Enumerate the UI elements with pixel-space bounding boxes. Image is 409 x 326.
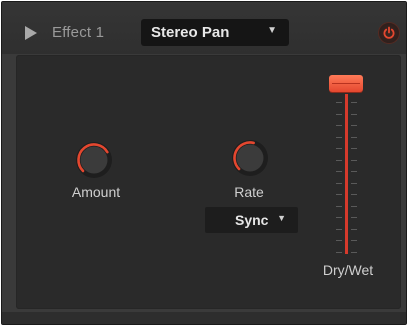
- fader-tick: [336, 182, 342, 184]
- fader-tick: [336, 136, 342, 138]
- effect-title: Effect 1: [52, 24, 105, 41]
- fader-tick: [336, 217, 342, 218]
- fader-tick: [336, 194, 342, 195]
- fader-tick: [336, 125, 342, 126]
- fader-tick: [351, 113, 357, 115]
- chevron-down-icon: ▼: [277, 213, 286, 223]
- fader-tick: [336, 148, 342, 149]
- chevron-down-icon: ▼: [267, 25, 277, 36]
- fader-tick: [351, 159, 357, 161]
- fader-tick: [351, 240, 357, 241]
- power-icon: [383, 26, 395, 39]
- fader-tick: [336, 240, 342, 241]
- dry-wet-fader[interactable]: [322, 72, 370, 258]
- fader-tick: [351, 102, 357, 103]
- fader-tick: [336, 171, 342, 172]
- amount-label: Amount: [71, 184, 121, 200]
- rate-label: Rate: [234, 184, 264, 200]
- fader-tick: [351, 251, 357, 253]
- fader-tick: [336, 251, 342, 253]
- fader-tick: [336, 205, 342, 207]
- fader-tick: [336, 159, 342, 161]
- fader-tick: [351, 148, 357, 149]
- fader-tick: [351, 228, 357, 230]
- play-icon[interactable]: [25, 26, 37, 40]
- fader-tick: [336, 102, 342, 103]
- bottom-strip: [2, 312, 406, 324]
- preset-label: Stereo Pan: [151, 24, 230, 41]
- sync-label: Sync: [235, 212, 269, 228]
- power-button[interactable]: [378, 22, 400, 44]
- sync-dropdown[interactable]: Sync ▼: [205, 207, 298, 233]
- fader-tick: [351, 125, 357, 126]
- fader-track: [345, 94, 348, 254]
- fader-tick: [351, 136, 357, 138]
- rate-knob[interactable]: [230, 138, 270, 178]
- fader-tick: [351, 217, 357, 218]
- fader-tick: [351, 171, 357, 172]
- effect-header: Effect 1 Stereo Pan ▼: [2, 2, 406, 54]
- fader-handle[interactable]: [329, 75, 363, 92]
- fader-tick: [351, 182, 357, 184]
- fader-tick: [336, 113, 342, 115]
- fader-tick: [351, 194, 357, 195]
- fader-tick: [351, 205, 357, 207]
- fader-tick: [336, 228, 342, 230]
- amount-knob[interactable]: [74, 140, 114, 180]
- preset-dropdown[interactable]: Stereo Pan ▼: [141, 19, 289, 46]
- dry-wet-label: Dry/Wet: [322, 262, 374, 278]
